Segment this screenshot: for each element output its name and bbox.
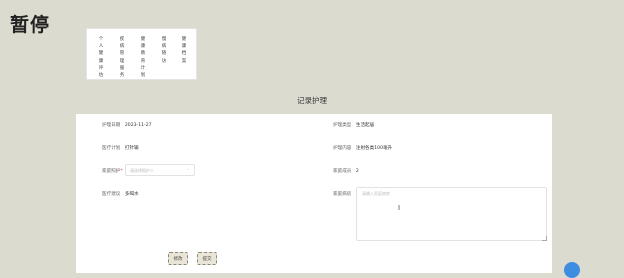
frequency-label: 家庭成员 <box>333 169 352 174</box>
tab-char: 健 <box>98 51 104 57</box>
assessment-field: 医疗建议 多喝水 <box>102 191 139 197</box>
tab-char: 评 <box>98 65 104 71</box>
caregiver-placeholder: 请选择照护人 <box>130 168 154 173</box>
resize-handle-icon[interactable] <box>542 236 547 241</box>
submit-button[interactable]: 提交 <box>197 252 217 265</box>
care-date-label: 护理日期 <box>102 123 121 128</box>
caregiver-field: 家庭照护* <box>102 168 123 174</box>
pause-title: 暂停 <box>10 14 51 36</box>
remarks-label: 家庭病房 <box>333 192 352 197</box>
remarks-field: 家庭病房 <box>333 191 351 197</box>
frequency-field: 家庭成员 2 <box>333 168 359 174</box>
required-mark: * <box>120 169 123 174</box>
plan-label: 医疗计划 <box>102 146 121 151</box>
tab-char: 病 <box>119 44 125 50</box>
frequency-value: 2 <box>355 169 359 174</box>
care-date-value: 2023-11-27 <box>124 123 152 128</box>
tab-char: 务 <box>119 73 125 79</box>
tab-char: 人 <box>98 44 104 50</box>
care-date-field: 护理日期 2023-11-27 <box>102 122 152 128</box>
tab-char: 案 <box>181 58 187 64</box>
tab-char: 估 <box>98 73 104 79</box>
content-field: 护理内容 注射各类100毫升 <box>333 145 392 151</box>
tab-personal-health[interactable]: 个 人 健 康 评 估 <box>91 36 111 79</box>
remarks-textarea[interactable]: 请输入家庭病房 <box>356 187 547 241</box>
tab-char: 计 <box>140 65 146 71</box>
care-type-value: 生活起居 <box>355 123 375 128</box>
tab-char: 访 <box>161 58 167 64</box>
tab-char: 康 <box>98 58 104 64</box>
caregiver-label: 家庭照护 <box>102 169 121 174</box>
tab-char: 管 <box>119 51 125 57</box>
tab-char: 个 <box>98 37 104 42</box>
tab-char: 康 <box>181 44 187 50</box>
tab-char: 服 <box>119 65 125 71</box>
tab-char: 健 <box>181 37 187 42</box>
remarks-placeholder: 请输入家庭病房 <box>362 191 390 196</box>
care-type-field: 护理类型 生活起居 <box>333 122 374 128</box>
floating-action-button[interactable] <box>564 262 580 278</box>
tab-char: 育 <box>140 58 146 64</box>
tab-card: 个 人 健 康 评 估 疾 病 管 理 服 务 健 康 教 育 计 划 慢 病 … <box>86 28 197 80</box>
assessment-label: 医疗建议 <box>102 192 121 197</box>
tab-health-records[interactable]: 健 康 档 案 <box>174 36 194 65</box>
content-value: 注射各类100毫升 <box>355 146 393 151</box>
tab-char: 教 <box>140 51 146 57</box>
tab-char: 病 <box>161 44 167 50</box>
tab-chronic-followup[interactable]: 慢 病 随 访 <box>154 36 174 65</box>
tab-char: 健 <box>140 37 146 42</box>
assessment-value: 多喝水 <box>124 192 139 197</box>
care-type-label: 护理类型 <box>333 123 352 128</box>
edit-button[interactable]: 修改 <box>168 252 188 265</box>
content-label: 护理内容 <box>333 146 352 151</box>
tab-disease-management[interactable]: 疾 病 管 理 服 务 <box>112 36 132 79</box>
tab-char: 随 <box>161 51 167 57</box>
text-cursor-icon: I <box>398 204 401 212</box>
tab-health-education[interactable]: 健 康 教 育 计 划 <box>133 36 153 79</box>
caregiver-select[interactable]: 请选择照护人 ⌄ <box>125 164 195 176</box>
tab-char: 档 <box>181 51 187 57</box>
chevron-down-icon: ⌄ <box>186 167 190 172</box>
tab-char: 疾 <box>119 37 125 42</box>
tab-char: 康 <box>140 44 146 50</box>
plan-value: 打针输 <box>124 146 139 151</box>
section-title: 记录护理 <box>297 96 327 105</box>
plan-field: 医疗计划 打针输 <box>102 145 139 151</box>
tab-char: 划 <box>140 73 146 79</box>
tab-char: 理 <box>119 58 125 64</box>
tab-char: 慢 <box>161 37 167 42</box>
